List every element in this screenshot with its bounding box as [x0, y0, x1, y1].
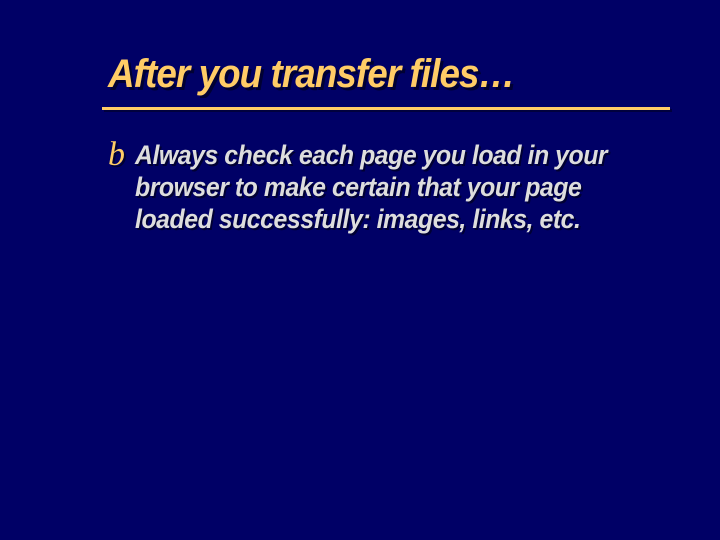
bullet-item: b Always check each page you load in you…: [108, 140, 660, 236]
bullet-text: Always check each page you load in your …: [135, 140, 618, 236]
slide-title: After you transfer files…: [108, 52, 616, 97]
bullet-icon: b: [108, 138, 125, 172]
slide: After you transfer files… b Always check…: [0, 0, 720, 540]
title-divider: [102, 107, 670, 110]
